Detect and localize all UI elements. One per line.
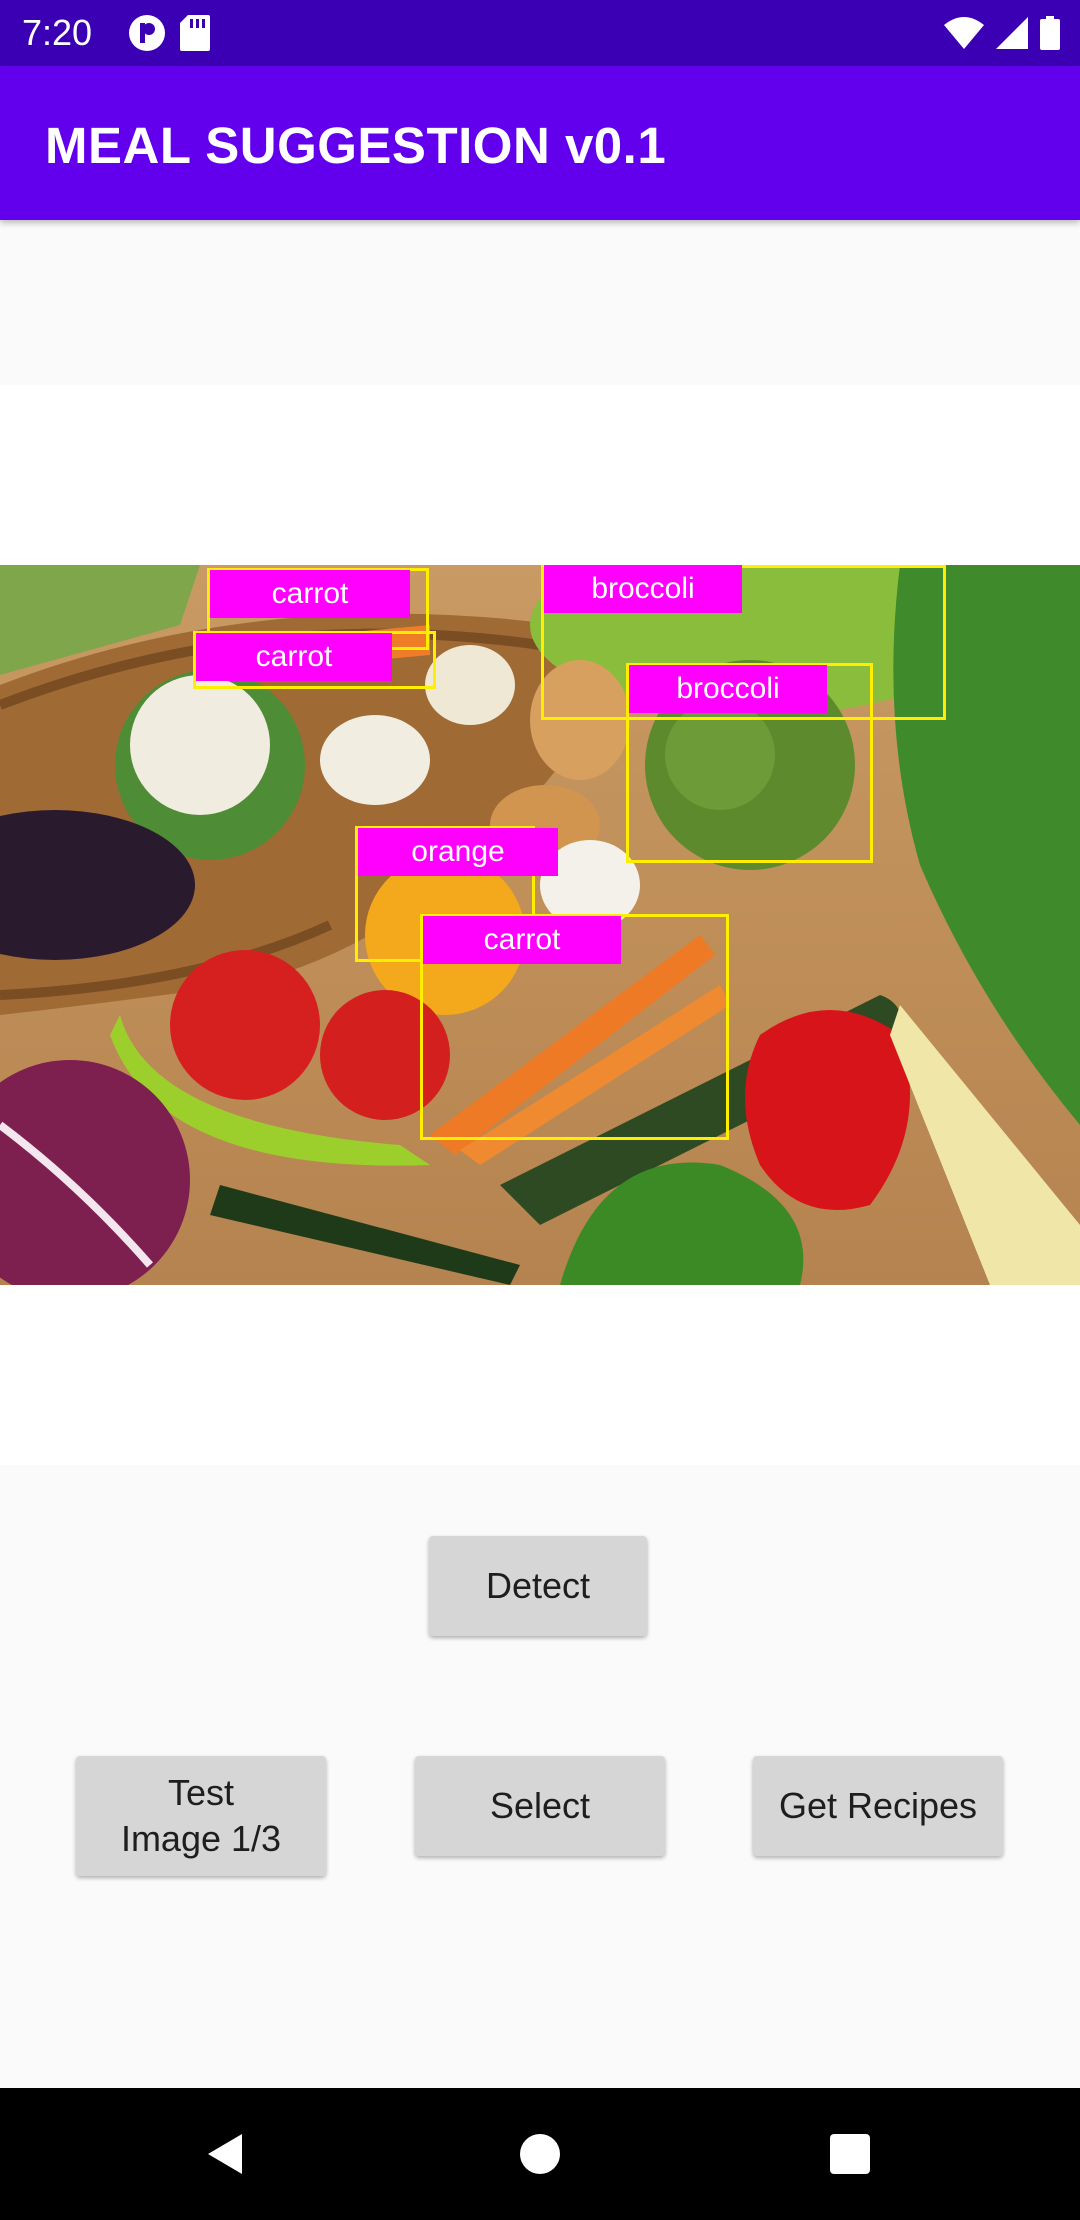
cell-signal-icon	[996, 17, 1028, 49]
wifi-icon	[944, 17, 984, 49]
battery-icon	[1040, 16, 1060, 50]
test-image-button[interactable]: Test Image 1/3	[76, 1756, 326, 1876]
vegetables-photo: carrot carrot broccoli broccoli orange c…	[0, 565, 1080, 1285]
app-notification-icon	[129, 15, 165, 51]
status-bar: 7:20	[0, 0, 1080, 66]
select-button[interactable]: Select	[415, 1756, 665, 1856]
detection-label: broccoli	[629, 665, 827, 713]
detection-label: carrot	[423, 916, 621, 964]
navigation-bar	[0, 2088, 1080, 2220]
detection-label: orange	[358, 828, 558, 876]
app-title: MEAL SUGGESTION v0.1	[45, 117, 667, 174]
home-icon[interactable]	[518, 2132, 562, 2176]
sd-card-icon	[180, 15, 210, 51]
image-view: carrot carrot broccoli broccoli orange c…	[0, 385, 1080, 1465]
detect-button[interactable]: Detect	[429, 1536, 647, 1636]
recents-icon[interactable]	[828, 2132, 872, 2176]
app-bar: MEAL SUGGESTION v0.1	[0, 66, 1080, 220]
status-left-icons	[128, 14, 210, 52]
back-icon[interactable]	[200, 2129, 250, 2179]
detection-label: carrot	[196, 633, 392, 681]
status-right-icons	[944, 14, 1060, 52]
status-time: 7:20	[22, 12, 93, 53]
get-recipes-button[interactable]: Get Recipes	[753, 1756, 1003, 1856]
detection-label: broccoli	[544, 565, 742, 613]
detection-label: carrot	[210, 570, 410, 618]
